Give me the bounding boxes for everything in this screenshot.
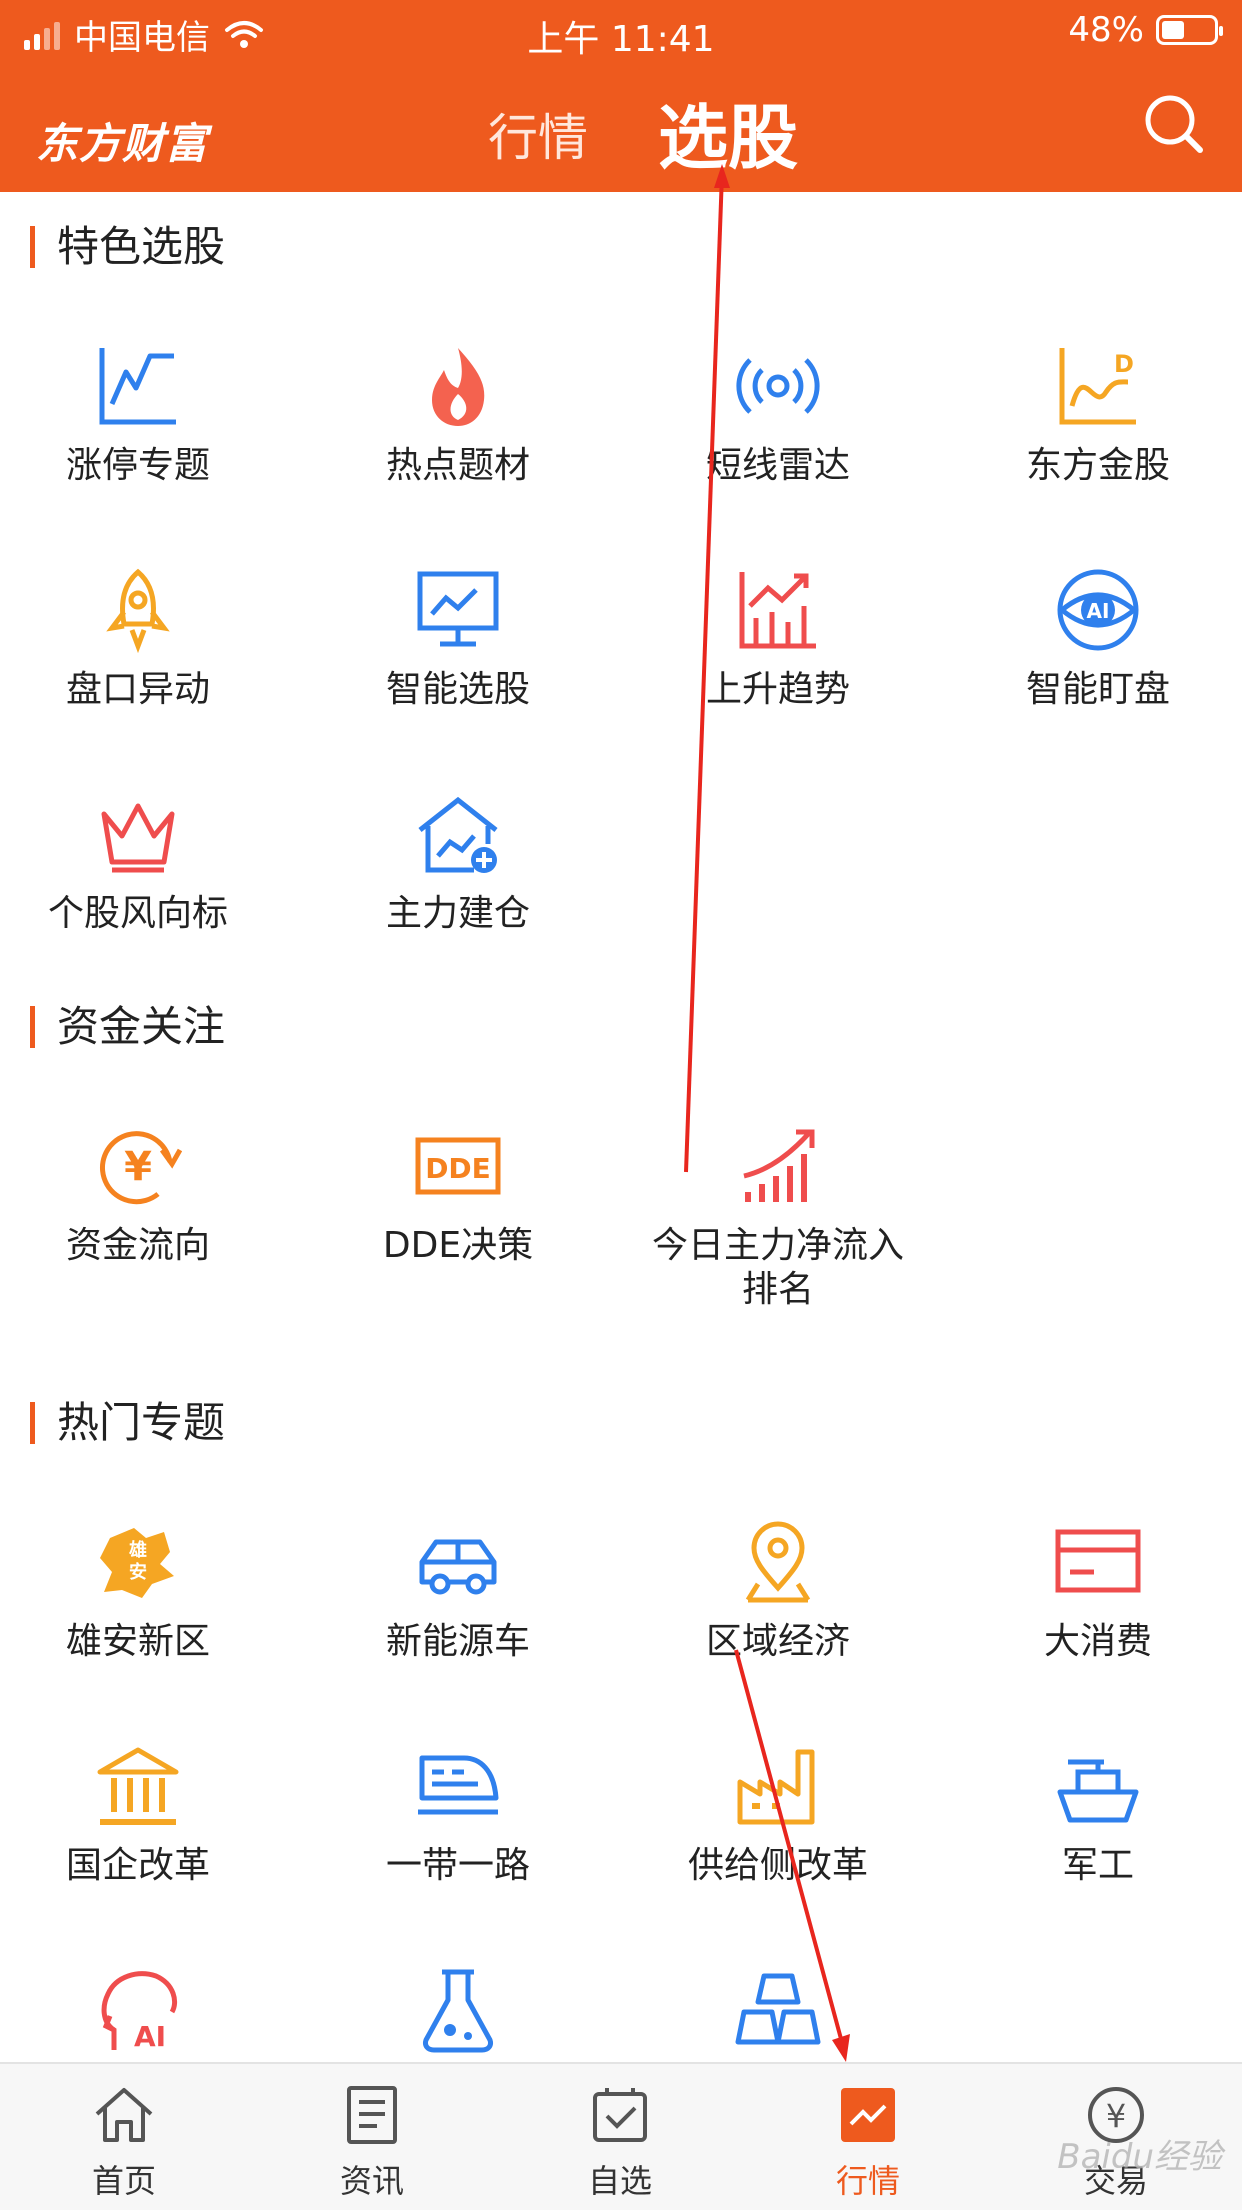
menu-item-xiongan[interactable]: 雄 安 雄安新区	[0, 1518, 298, 1664]
status-right: 48%	[1068, 10, 1223, 50]
menu-item-dde[interactable]: DDE DDE决策	[298, 1122, 618, 1268]
status-bar: 中国电信 上午 11:41 48%	[0, 0, 1242, 62]
battery-percent: 48%	[1068, 10, 1144, 50]
menu-item-soe-reform[interactable]: 国企改革	[0, 1742, 298, 1888]
section-title-hot-topics: 热门专题	[30, 1402, 225, 1444]
warship-icon	[1057, 1759, 1139, 1823]
menu-item-limit-up[interactable]: 涨停专题	[0, 342, 298, 488]
svg-text:安: 安	[129, 1561, 147, 1583]
government-building-icon	[97, 1747, 179, 1825]
menu-item-main-force-build[interactable]: 主力建仓	[298, 790, 618, 936]
menu-item-short-radar[interactable]: 短线雷达	[618, 342, 938, 488]
tabbar-item-home[interactable]: 首页	[0, 2082, 248, 2202]
menu-item-stock-vane[interactable]: 个股风向标	[0, 790, 298, 936]
menu-item-ai-topic[interactable]: AI	[0, 1966, 298, 2054]
card-icon	[1055, 1529, 1141, 1593]
menu-item-consumption[interactable]: 大消费	[938, 1518, 1242, 1664]
house-plus-icon	[418, 796, 498, 873]
menu-item-hot-topics[interactable]: 热点题材	[298, 342, 618, 488]
svg-text:AI: AI	[1087, 599, 1110, 623]
xiongan-map-icon: 雄 安	[100, 1528, 174, 1598]
menu-item-new-energy-car[interactable]: 新能源车	[298, 1518, 618, 1664]
tabbar-item-news[interactable]: 资讯	[248, 2082, 496, 2202]
bar-growth-icon	[743, 1129, 815, 1202]
tabbar-item-market[interactable]: 行情	[744, 2082, 992, 2202]
menu-item-chemical[interactable]	[298, 1966, 618, 2054]
market-chart-icon	[841, 2088, 895, 2142]
status-time: 上午 11:41	[527, 19, 715, 60]
radar-icon	[736, 358, 820, 414]
watermark: Baidu经验	[1057, 2137, 1222, 2177]
menu-item-smart-pick[interactable]: 智能选股	[298, 566, 618, 712]
gold-bars-icon	[735, 1973, 821, 2045]
tab-market[interactable]: 行情	[488, 98, 588, 170]
rising-trend-icon	[739, 572, 816, 649]
ai-eye-icon: AI	[1057, 569, 1139, 651]
svg-text:DDE: DDE	[425, 1152, 491, 1185]
flask-icon	[423, 1969, 493, 2053]
home-icon	[95, 2088, 153, 2142]
menu-item-fund-flow[interactable]: ¥ 资金流向	[0, 1122, 298, 1268]
app-header: 中国电信 上午 11:41 48% 东方财富 行情 选股	[0, 0, 1242, 192]
ai-head-icon: AI	[101, 1971, 178, 2053]
location-pin-icon	[745, 1521, 811, 1603]
search-icon[interactable]	[1142, 92, 1206, 156]
gold-stock-chart-icon: D	[1059, 348, 1136, 425]
news-icon	[347, 2086, 397, 2144]
menu-item-golden-stock[interactable]: D 东方金股	[938, 342, 1242, 488]
car-icon	[419, 1539, 497, 1595]
limit-up-chart-icon	[99, 348, 176, 425]
yuan-cycle-icon: ¥	[99, 1131, 182, 1205]
menu-item-belt-road[interactable]: 一带一路	[298, 1742, 618, 1888]
flame-icon	[432, 348, 485, 426]
factory-icon	[737, 1749, 815, 1825]
menu-item-military[interactable]: 军工	[938, 1742, 1242, 1888]
svg-text:雄: 雄	[128, 1539, 147, 1561]
tab-stock-picking[interactable]: 选股	[658, 82, 798, 183]
battery-icon	[1156, 15, 1223, 45]
menu-item-supply-side-reform[interactable]: 供给侧改革	[618, 1742, 938, 1888]
dde-icon: DDE	[415, 1137, 501, 1195]
menu-item-regional-economy[interactable]: 区域经济	[618, 1518, 938, 1664]
crown-icon	[101, 803, 175, 873]
menu-item-order-anomaly[interactable]: 盘口异动	[0, 566, 298, 712]
menu-item-net-inflow-rank[interactable]: 今日主力净流入排名	[618, 1122, 938, 1312]
tabbar-item-watchlist[interactable]: 自选	[496, 2082, 744, 2202]
checkbox-icon	[593, 2088, 647, 2142]
menu-item-rising-trend[interactable]: 上升趋势	[618, 566, 938, 712]
svg-text:¥: ¥	[124, 1144, 152, 1190]
menu-item-smart-watch[interactable]: AI 智能盯盘	[938, 566, 1242, 712]
section-title-fund-focus: 资金关注	[30, 1006, 225, 1048]
svg-text:D: D	[1114, 350, 1134, 378]
svg-text:AI: AI	[134, 2020, 166, 2053]
rocket-icon	[106, 568, 170, 654]
app-logo: 东方财富	[36, 119, 209, 168]
menu-item-gold[interactable]	[618, 1966, 938, 2054]
train-icon	[418, 1755, 499, 1815]
monitor-chart-icon	[417, 571, 499, 647]
bottom-tab-bar: 首页 资讯 自选 行情 ¥ 交易	[0, 2062, 1242, 2210]
section-title-featured: 特色选股	[30, 226, 225, 268]
